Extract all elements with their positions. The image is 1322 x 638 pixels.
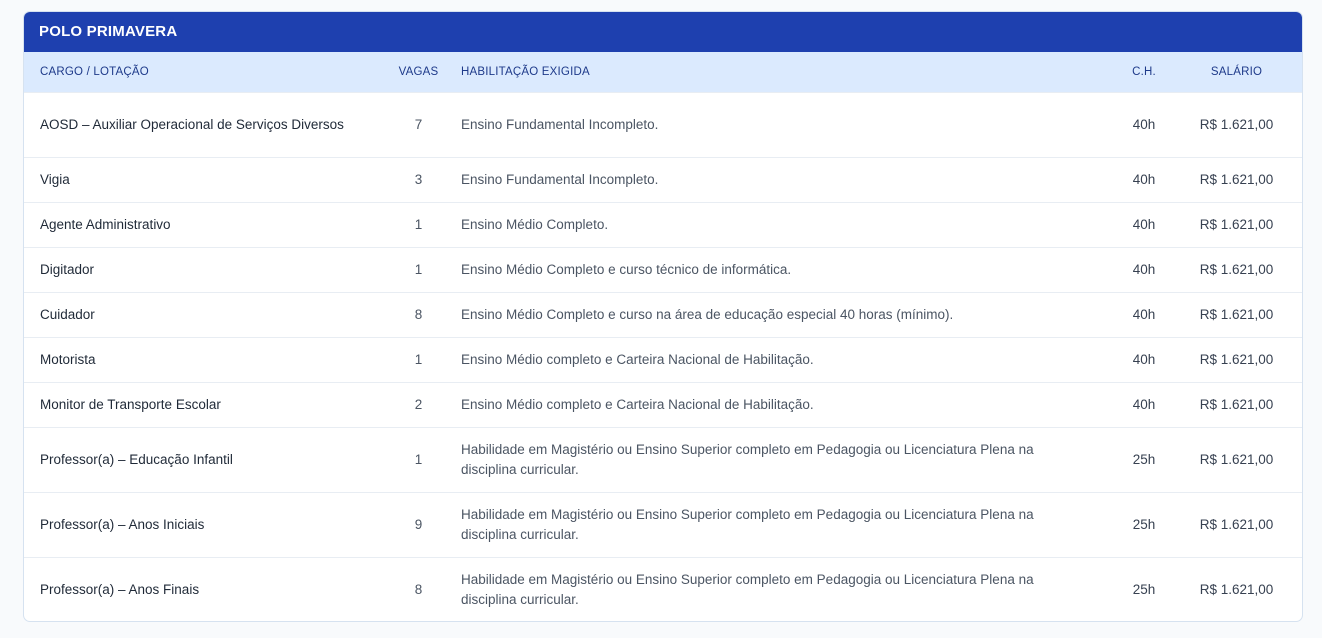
table-row: Vigia 3 Ensino Fundamental Incompleto. 4… — [24, 156, 1302, 202]
column-header-vagas: VAGAS — [398, 65, 439, 78]
card-title: POLO PRIMAVERA — [24, 12, 1302, 52]
cell-cargo: AOSD – Auxiliar Operacional de Serviços … — [24, 91, 376, 157]
cell-salario: R$ 1.621,00 — [1189, 336, 1302, 382]
cell-ch: 40h — [1099, 201, 1189, 247]
cell-cargo: Professor(a) – Educação Infantil — [24, 426, 376, 492]
table-row: Monitor de Transporte Escolar 2 Ensino M… — [24, 381, 1302, 427]
table-row: Professor(a) – Anos Finais 8 Habilidade … — [24, 556, 1302, 621]
cell-habilitacao: Habilidade em Magistério ou Ensino Super… — [461, 556, 1099, 621]
cell-cargo: Vigia — [24, 156, 376, 202]
column-header-habilitacao: HABILITAÇÃO EXIGIDA — [461, 65, 590, 78]
table-row: AOSD – Auxiliar Operacional de Serviços … — [24, 91, 1302, 157]
cell-habilitacao: Habilidade em Magistério ou Ensino Super… — [461, 491, 1099, 557]
column-header-cargo: CARGO / LOTAÇÃO — [40, 65, 149, 78]
cell-cargo: Digitador — [24, 246, 376, 292]
cell-habilitacao: Ensino Médio completo e Carteira Naciona… — [461, 336, 1099, 382]
positions-table: CARGO / LOTAÇÃO VAGAS HABILITAÇÃO EXIGID… — [24, 52, 1302, 621]
table-row: Cuidador 8 Ensino Médio Completo e curso… — [24, 291, 1302, 337]
cell-ch: 25h — [1099, 556, 1189, 621]
cell-cargo: Professor(a) – Anos Finais — [24, 556, 376, 621]
cell-cargo: Motorista — [24, 336, 376, 382]
cell-ch: 40h — [1099, 156, 1189, 202]
cell-salario: R$ 1.621,00 — [1189, 246, 1302, 292]
column-header-salario: SALÁRIO — [1210, 65, 1263, 78]
cell-ch: 40h — [1099, 336, 1189, 382]
cell-cargo: Agente Administrativo — [24, 201, 376, 247]
cell-vagas: 7 — [376, 91, 461, 157]
table-row: Agente Administrativo 1 Ensino Médio Com… — [24, 201, 1302, 247]
cell-ch: 40h — [1099, 91, 1189, 157]
cell-ch: 25h — [1099, 491, 1189, 557]
cell-vagas: 8 — [376, 291, 461, 337]
cell-ch: 25h — [1099, 426, 1189, 492]
cell-salario: R$ 1.621,00 — [1189, 156, 1302, 202]
cell-salario: R$ 1.621,00 — [1189, 381, 1302, 427]
cell-salario: R$ 1.621,00 — [1189, 91, 1302, 157]
cell-habilitacao: Ensino Fundamental Incompleto. — [461, 156, 1099, 202]
cell-salario: R$ 1.621,00 — [1189, 556, 1302, 621]
column-header-ch: C.H. — [1132, 65, 1156, 78]
table-row: Professor(a) – Anos Iniciais 9 Habilidad… — [24, 491, 1302, 557]
cell-vagas: 9 — [376, 491, 461, 557]
cell-habilitacao: Ensino Médio completo e Carteira Naciona… — [461, 381, 1099, 427]
cell-cargo: Professor(a) – Anos Iniciais — [24, 491, 376, 557]
cell-ch: 40h — [1099, 381, 1189, 427]
cell-cargo: Monitor de Transporte Escolar — [24, 381, 376, 427]
cell-salario: R$ 1.621,00 — [1189, 291, 1302, 337]
cell-vagas: 1 — [376, 336, 461, 382]
cell-salario: R$ 1.621,00 — [1189, 491, 1302, 557]
cell-habilitacao: Ensino Médio Completo e curso na área de… — [461, 291, 1099, 337]
cell-vagas: 1 — [376, 201, 461, 247]
cell-vagas: 8 — [376, 556, 461, 621]
cell-vagas: 1 — [376, 426, 461, 492]
cell-ch: 40h — [1099, 246, 1189, 292]
cell-habilitacao: Ensino Fundamental Incompleto. — [461, 91, 1099, 157]
cell-habilitacao: Habilidade em Magistério ou Ensino Super… — [461, 426, 1099, 492]
table-row: Digitador 1 Ensino Médio Completo e curs… — [24, 246, 1302, 292]
cell-vagas: 1 — [376, 246, 461, 292]
table-row: Motorista 1 Ensino Médio completo e Cart… — [24, 336, 1302, 382]
cell-vagas: 2 — [376, 381, 461, 427]
cell-ch: 40h — [1099, 291, 1189, 337]
table-header-row: CARGO / LOTAÇÃO VAGAS HABILITAÇÃO EXIGID… — [24, 52, 1302, 92]
cell-habilitacao: Ensino Médio Completo e curso técnico de… — [461, 246, 1099, 292]
cell-salario: R$ 1.621,00 — [1189, 426, 1302, 492]
cell-vagas: 3 — [376, 156, 461, 202]
table-row: Professor(a) – Educação Infantil 1 Habil… — [24, 426, 1302, 492]
positions-card: POLO PRIMAVERA CARGO / LOTAÇÃO VAGAS HAB… — [23, 11, 1303, 622]
cell-cargo: Cuidador — [24, 291, 376, 337]
cell-habilitacao: Ensino Médio Completo. — [461, 201, 1099, 247]
cell-salario: R$ 1.621,00 — [1189, 201, 1302, 247]
